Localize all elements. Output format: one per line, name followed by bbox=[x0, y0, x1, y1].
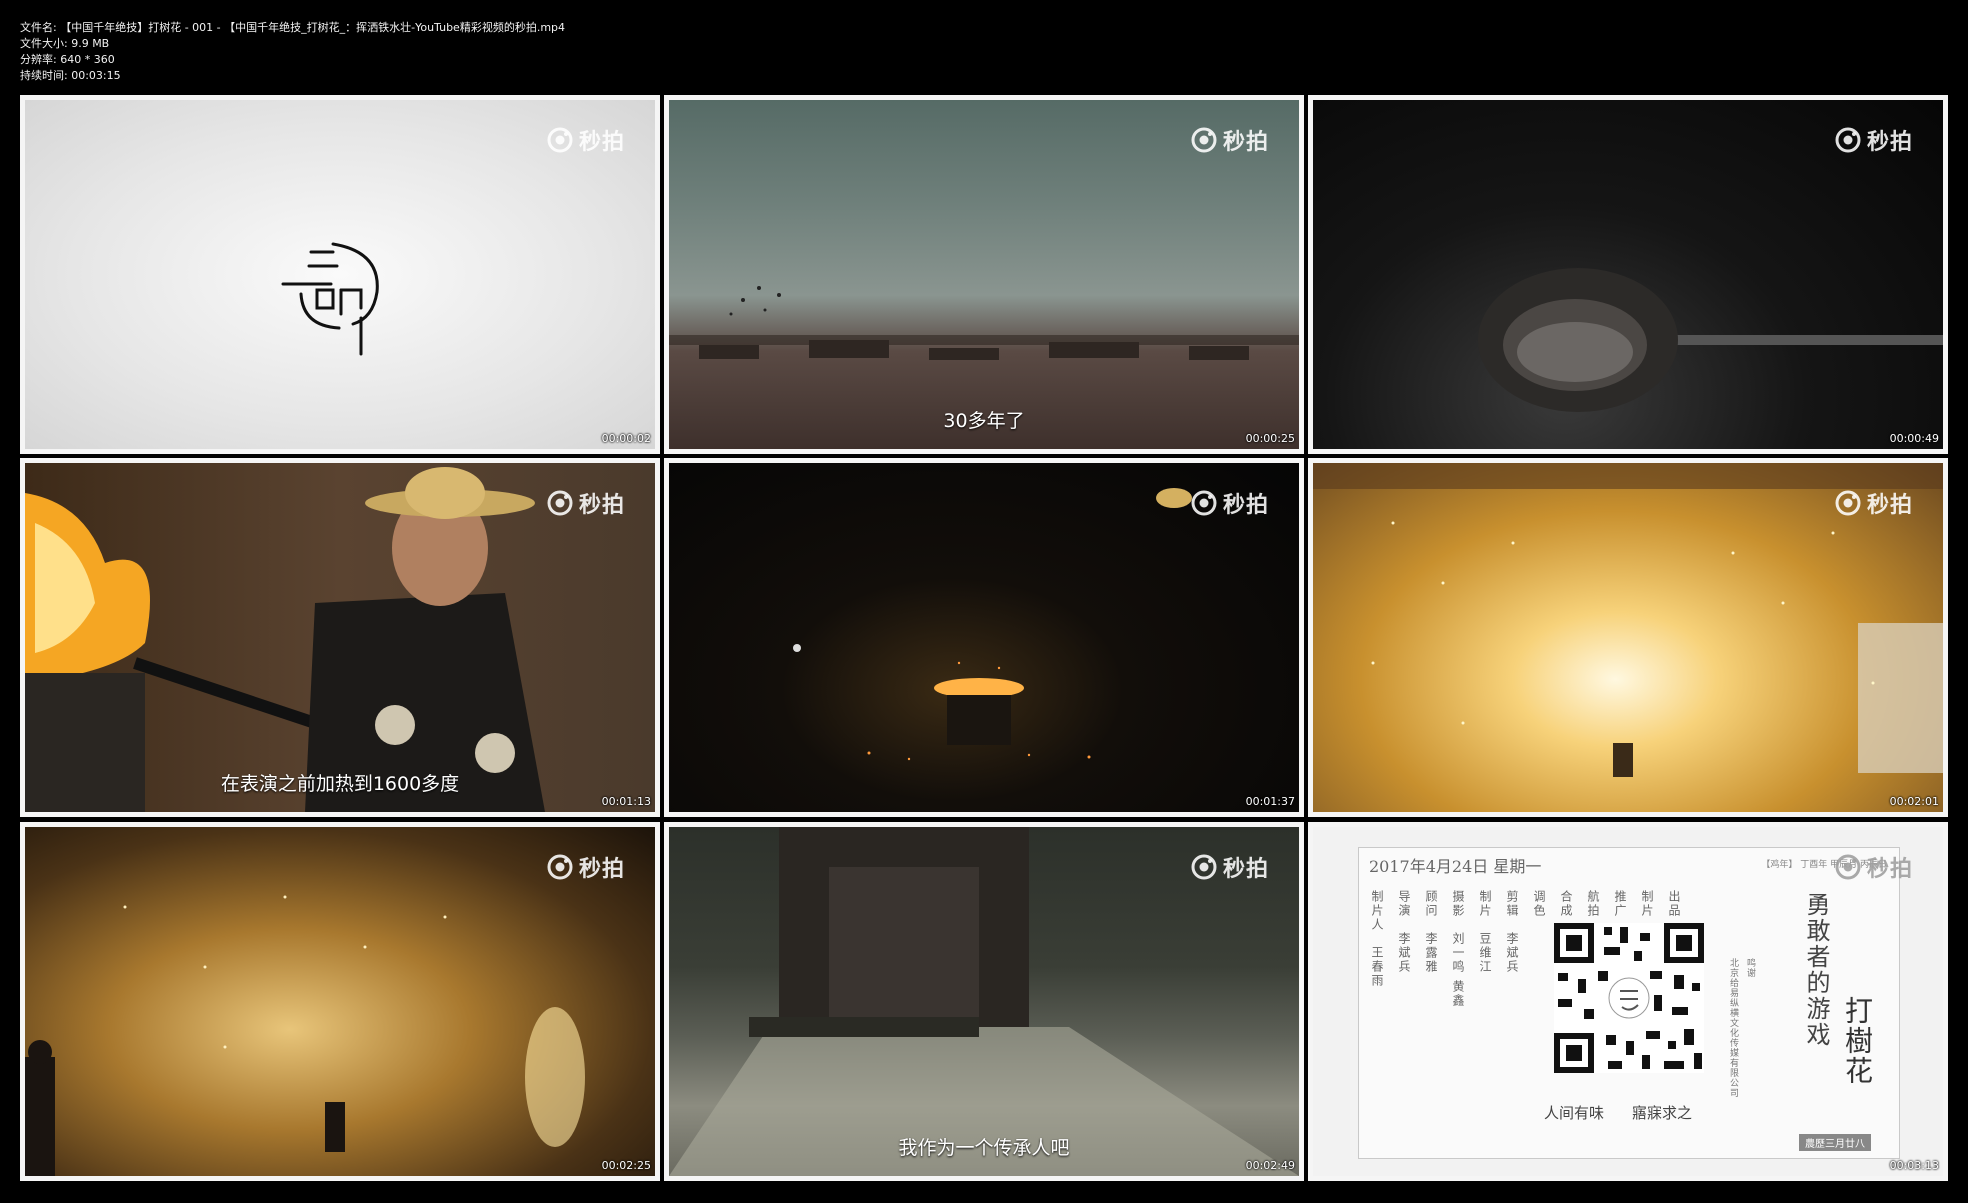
credit-name: 李斌兵 bbox=[1397, 932, 1411, 974]
timestamp: 00:02:01 bbox=[1889, 795, 1939, 808]
watermark-label: 秒拍 bbox=[578, 130, 625, 155]
miaopai-logo-icon bbox=[1191, 854, 1217, 880]
watermark-label: 秒拍 bbox=[1222, 857, 1269, 882]
date-stamp: 農歷三月廿八 bbox=[1799, 1134, 1871, 1151]
credit-name: 李露雅 bbox=[1424, 932, 1438, 974]
miaopai-logo-icon bbox=[1191, 127, 1217, 153]
credit-role: 调色 bbox=[1532, 890, 1546, 918]
producer-label: 出品 bbox=[1667, 890, 1681, 918]
slogan: 人间有味 寤寐求之 bbox=[1544, 1102, 1692, 1123]
miaopai-logo-icon bbox=[1835, 854, 1861, 880]
video-thumbnail[interactable]: 秒拍 30多年了 00:00:25 bbox=[664, 95, 1304, 454]
video-thumbnail[interactable]: 秒拍 00:02:25 bbox=[20, 822, 660, 1181]
miaopai-logo-icon bbox=[547, 127, 573, 153]
timestamp: 00:01:13 bbox=[601, 795, 651, 808]
credit-column: 导演 李斌兵 bbox=[1396, 890, 1413, 1008]
calendar-date: 2017年4月24日 星期一 bbox=[1369, 857, 1542, 876]
credit-column: 摄影 刘一鸣 黄鑫 bbox=[1450, 890, 1467, 1008]
credit-column: 制片 豆维江 bbox=[1477, 890, 1494, 1008]
watermark-label: 秒拍 bbox=[578, 857, 625, 882]
credit-name: 刘一鸣 黄鑫 bbox=[1451, 932, 1465, 1008]
timestamp: 00:02:49 bbox=[1245, 1159, 1295, 1172]
video-thumbnail[interactable]: 秒拍 00:00:49 bbox=[1308, 95, 1948, 454]
miaopai-logo-icon bbox=[1835, 127, 1861, 153]
watermark: 秒拍 bbox=[1835, 487, 1913, 519]
thanks-label: 鸣谢 bbox=[1745, 958, 1755, 978]
watermark-label: 秒拍 bbox=[578, 493, 625, 518]
thumbnail-grid: 秒拍 00:00:02 秒拍 30多年了 00:00:25 秒拍 00:00:4… bbox=[20, 95, 1948, 1181]
producer-org: 北京给易纵横文化传媒有限公司 bbox=[1728, 958, 1738, 1098]
watermark-label: 秒拍 bbox=[1866, 857, 1913, 882]
video-thumbnail[interactable]: 秒拍 00:01:37 bbox=[664, 458, 1304, 817]
file-name-line: 文件名: 【中国千年绝技】打树花 - 001 - 【中国千年绝技_打树花_：挥洒… bbox=[20, 21, 566, 34]
watermark: 秒拍 bbox=[1191, 124, 1269, 156]
subtitle-title: 勇敢者的游戏 bbox=[1802, 892, 1830, 1048]
subtitle: 在表演之前加热到1600多度 bbox=[220, 773, 460, 795]
credit-role: 顾问 bbox=[1424, 890, 1438, 918]
miaopai-logo-icon bbox=[547, 854, 573, 880]
timestamp: 00:00:49 bbox=[1889, 432, 1939, 445]
watermark: 秒拍 bbox=[547, 851, 625, 883]
miaopai-logo-icon bbox=[1191, 490, 1217, 516]
subtitle: 30多年了 bbox=[943, 410, 1025, 432]
watermark: 秒拍 bbox=[1191, 487, 1269, 519]
credit-role: 合成 bbox=[1559, 890, 1573, 918]
organizations: 北京给易纵横文化传媒有限公司 鸣谢 bbox=[1727, 958, 1757, 1098]
watermark-label: 秒拍 bbox=[1866, 130, 1913, 155]
credit-column: 顾问 李露雅 bbox=[1423, 890, 1440, 1008]
credit-role: 剪辑 bbox=[1505, 890, 1519, 918]
timestamp: 00:02:25 bbox=[601, 1159, 651, 1172]
timestamp: 00:01:37 bbox=[1245, 795, 1295, 808]
duration-line: 持续时间: 00:03:15 bbox=[20, 69, 121, 82]
credit-column: 剪辑 李斌兵 bbox=[1504, 890, 1521, 1008]
watermark: 秒拍 bbox=[1191, 851, 1269, 883]
sanming-logo-icon bbox=[281, 242, 379, 356]
credit-role: 推广 bbox=[1613, 890, 1627, 918]
credit-role: 制片人 bbox=[1370, 890, 1384, 932]
watermark: 秒拍 bbox=[1835, 851, 1913, 883]
credit-column: 调色 bbox=[1531, 890, 1548, 1008]
video-thumbnail[interactable]: 2017年4月24日 星期一 【鸡年】 丁酉年 甲辰月 丙辰日 制片人 王春雨 … bbox=[1308, 822, 1948, 1181]
slogan-left: 人间有味 bbox=[1544, 1104, 1605, 1122]
credit-role: 航拍 bbox=[1586, 890, 1600, 918]
timestamp: 00:03:13 bbox=[1889, 1159, 1939, 1172]
credit-column: 制片人 王春雨 bbox=[1369, 890, 1386, 1008]
video-thumbnail[interactable]: 秒拍 在表演之前加热到1600多度 00:01:13 bbox=[20, 458, 660, 817]
video-thumbnail[interactable]: 秒拍 00:00:02 bbox=[20, 95, 660, 454]
credit-role: 制片 bbox=[1640, 890, 1654, 918]
main-title: 打樹花 bbox=[1841, 996, 1874, 1086]
credit-name: 王春雨 bbox=[1370, 946, 1384, 988]
watermark-label: 秒拍 bbox=[1866, 493, 1913, 518]
miaopai-logo-icon bbox=[1835, 490, 1861, 516]
subtitle: 我作为一个传承人吧 bbox=[898, 1137, 1070, 1159]
file-size-line: 文件大小: 9.9 MB bbox=[20, 37, 110, 50]
video-thumbnail[interactable]: 秒拍 00:02:01 bbox=[1308, 458, 1948, 817]
watermark: 秒拍 bbox=[1835, 124, 1913, 156]
credits-card: 2017年4月24日 星期一 【鸡年】 丁酉年 甲辰月 丙辰日 制片人 王春雨 … bbox=[1358, 847, 1900, 1159]
credit-role: 导演 bbox=[1397, 890, 1411, 918]
slogan-right: 寤寐求之 bbox=[1632, 1104, 1693, 1122]
timestamp: 00:00:25 bbox=[1245, 432, 1295, 445]
file-info: 文件名: 【中国千年绝技】打树花 - 001 - 【中国千年绝技_打树花_：挥洒… bbox=[20, 20, 565, 84]
credit-role: 制片 bbox=[1478, 890, 1492, 918]
watermark-label: 秒拍 bbox=[1222, 493, 1269, 518]
timestamp: 00:00:02 bbox=[601, 432, 651, 445]
qr-code-icon bbox=[1554, 923, 1704, 1073]
credit-name: 李斌兵 bbox=[1505, 932, 1519, 974]
watermark-label: 秒拍 bbox=[1222, 130, 1269, 155]
resolution-line: 分辨率: 640 * 360 bbox=[20, 53, 115, 66]
credit-role: 摄影 bbox=[1451, 890, 1465, 918]
watermark: 秒拍 bbox=[547, 124, 625, 156]
video-thumbnail[interactable]: 秒拍 我作为一个传承人吧 00:02:49 bbox=[664, 822, 1304, 1181]
watermark: 秒拍 bbox=[547, 487, 625, 519]
credit-name: 豆维江 bbox=[1478, 932, 1492, 974]
miaopai-logo-icon bbox=[547, 490, 573, 516]
